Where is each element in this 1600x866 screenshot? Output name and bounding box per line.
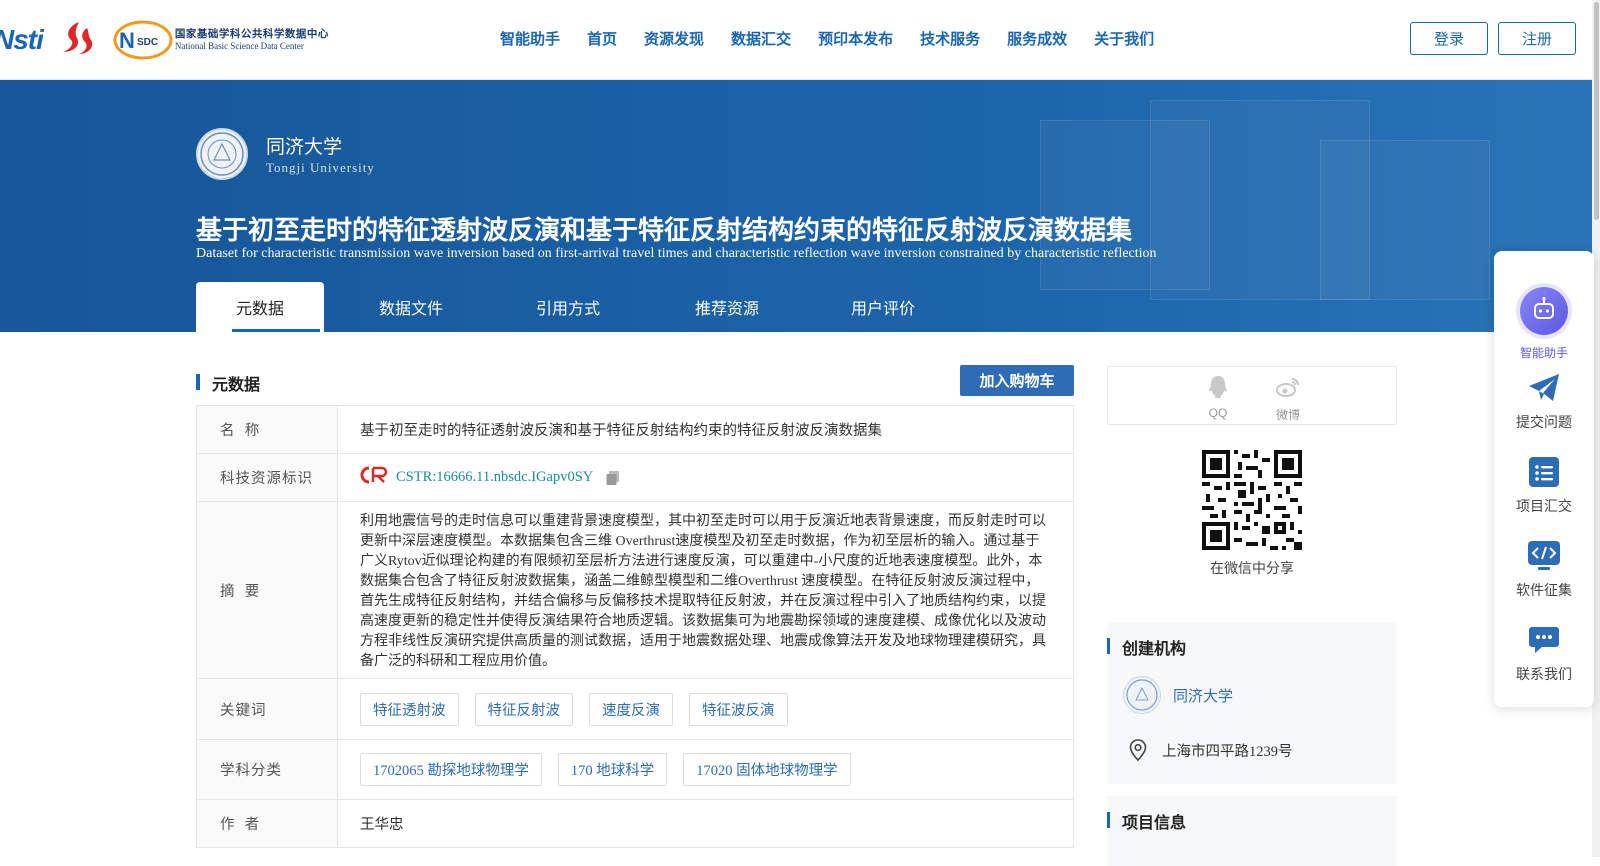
table-row: 作 者 王华忠 <box>197 800 1073 848</box>
chat-icon <box>1528 627 1560 659</box>
robot-icon <box>1520 287 1568 335</box>
nsdc-mark-icon: N SDC <box>113 20 173 60</box>
org-name[interactable]: 同济大学 <box>266 132 342 159</box>
qq-icon <box>1207 376 1229 403</box>
paper-plane-icon <box>1527 374 1561 407</box>
table-row: 名 称 基于初至走时的特征透射波反演和基于特征反射结构约束的特征反射波反演数据集 <box>197 406 1073 454</box>
nav-preprint[interactable]: 预印本发布 <box>818 28 893 49</box>
tab-user-reviews[interactable]: 用户评价 <box>816 282 950 332</box>
nav-home[interactable]: 首页 <box>587 28 617 49</box>
subject-tag[interactable]: 1702065 勘探地球物理学 <box>360 753 542 786</box>
keyword-tag[interactable]: 特征反射波 <box>474 692 573 726</box>
metadata-table: 名 称 基于初至走时的特征透射波反演和基于特征反射结构约束的特征反射波反演数据集… <box>196 405 1074 848</box>
svg-text:N: N <box>119 28 135 53</box>
subject-list: 1702065 勘探地球物理学 170 地球科学 17020 固体地球物理学 <box>338 740 1073 799</box>
tab-recommended[interactable]: 推荐资源 <box>638 282 816 332</box>
share-qq-button[interactable]: QQ <box>1198 375 1238 420</box>
section-title: 元数据 <box>212 377 261 394</box>
dataset-title-en: Dataset for characteristic transmission … <box>196 246 1157 261</box>
name-value: 基于初至走时的特征透射波反演和基于特征反射结构约束的特征反射波反演数据集 <box>360 423 882 439</box>
float-contact-us[interactable]: 联系我们 <box>1494 625 1594 684</box>
main-nav: 智能助手 首页 资源发现 数据汇交 预印本发布 技术服务 服务成效 关于我们 <box>500 28 1181 49</box>
nsdc-name-en: National Basic Science Data Center <box>174 41 304 51</box>
dataset-tabs: 元数据 数据文件 引用方式 推荐资源 用户评价 <box>196 282 950 332</box>
hero-decoration <box>1320 140 1490 300</box>
nsdc-name-cn: 国家基础学科公共科学数据中心 <box>174 28 329 40</box>
nsti-logo[interactable]: Nsti <box>0 24 44 56</box>
org-box-title: 创建机构 <box>1122 641 1187 658</box>
casi-logo-icon[interactable] <box>59 20 97 61</box>
org-logo-icon <box>1123 676 1161 714</box>
floating-menu: 智能助手 提交问题 项目汇交 软件征集 联系我们 <box>1494 251 1594 707</box>
org-link[interactable]: 同济大学 <box>1173 685 1233 706</box>
add-to-cart-button[interactable]: 加入购物车 <box>960 365 1074 396</box>
qr-caption: 在微信中分享 <box>1210 560 1294 576</box>
svg-text:SDC: SDC <box>137 37 158 48</box>
subject-tag[interactable]: 170 地球科学 <box>557 753 668 786</box>
nav-resource-discovery[interactable]: 资源发现 <box>644 28 704 49</box>
tab-data-files[interactable]: 数据文件 <box>324 282 498 332</box>
nav-ai-assistant[interactable]: 智能助手 <box>500 28 560 49</box>
nsdc-logo[interactable]: N SDC 国家基础学科公共科学数据中心 National Basic Scie… <box>113 20 329 60</box>
register-button[interactable]: 注册 <box>1498 22 1576 55</box>
keyword-list: 特征透射波 特征反射波 速度反演 特征波反演 <box>338 679 1073 739</box>
float-project-submission[interactable]: 项目汇交 <box>1494 457 1594 516</box>
tab-metadata[interactable]: 元数据 <box>196 282 324 332</box>
share-weibo-button[interactable]: 微博 <box>1268 375 1308 423</box>
author-value: 王华忠 <box>360 817 404 833</box>
keywords-label: 关键词 <box>197 679 338 739</box>
identifier-label: 科技资源标识 <box>197 454 338 501</box>
table-row: 关键词 特征透射波 特征反射波 速度反演 特征波反演 <box>197 679 1073 740</box>
cstr-logo-icon <box>360 465 390 490</box>
nav-about[interactable]: 关于我们 <box>1094 28 1154 49</box>
login-button[interactable]: 登录 <box>1410 22 1488 55</box>
abstract-label: 摘 要 <box>197 502 338 678</box>
tab-citation[interactable]: 引用方式 <box>498 282 638 332</box>
metadata-header: 元数据 加入购物车 <box>196 365 1074 401</box>
location-pin-icon <box>1129 739 1147 766</box>
float-ai-assistant[interactable]: 智能助手 <box>1494 287 1594 361</box>
float-submit-question[interactable]: 提交问题 <box>1494 373 1594 432</box>
nav-tech-services[interactable]: 技术服务 <box>920 28 980 49</box>
org-address: 上海市四平路1239号 <box>1162 744 1293 760</box>
cstr-link[interactable]: CSTR:16666.11.nbsdc.IGapv0SY <box>396 469 593 486</box>
dataset-title: 基于初至走时的特征透射波反演和基于特征反射结构约束的特征反射波反演数据集 <box>196 215 1133 245</box>
wechat-qr-code <box>1202 450 1302 550</box>
keyword-tag[interactable]: 特征透射波 <box>360 692 459 726</box>
keyword-tag[interactable]: 特征波反演 <box>689 692 788 726</box>
org-box: 创建机构 同济大学 上海市四平路1239号 <box>1107 622 1397 784</box>
float-software-collection[interactable]: 软件征集 <box>1494 541 1594 600</box>
weibo-icon <box>1275 378 1301 403</box>
table-row: 摘 要 利用地震信号的走时信息可以重建背景速度模型，其中初至走时可以用于反演近地… <box>197 502 1073 679</box>
metadata-section: 元数据 加入购物车 名 称 基于初至走时的特征透射波反演和基于特征反射结构约束的… <box>196 365 1074 848</box>
top-navbar: Nsti N SDC 国家基础学科公共科学数据中心 National Basic… <box>0 0 1600 80</box>
subject-tag[interactable]: 17020 固体地球物理学 <box>683 753 851 786</box>
list-icon <box>1529 457 1559 491</box>
table-row: 科技资源标识 CSTR:16666.11.nbsdc.IGapv0SY <box>197 454 1073 502</box>
name-label: 名 称 <box>197 406 338 453</box>
project-box-title: 项目信息 <box>1122 815 1187 832</box>
nav-data-submission[interactable]: 数据汇交 <box>731 28 791 49</box>
project-box: 项目信息 <box>1107 796 1397 866</box>
author-label: 作 者 <box>197 800 338 847</box>
copy-icon[interactable] <box>605 470 621 486</box>
abstract-value: 利用地震信号的走时信息可以重建背景速度模型，其中初至走时可以用于反演近地表背景速… <box>360 514 1046 669</box>
table-row: 学科分类 1702065 勘探地球物理学 170 地球科学 17020 固体地球… <box>197 740 1073 800</box>
logo-group: Nsti N SDC 国家基础学科公共科学数据中心 National Basic… <box>0 20 329 60</box>
org-name-en: Tongji University <box>266 160 375 175</box>
nav-service-results[interactable]: 服务成效 <box>1007 28 1067 49</box>
code-icon <box>1528 541 1560 575</box>
subject-label: 学科分类 <box>197 740 338 799</box>
dataset-hero: 同济大学 Tongji University 基于初至走时的特征透射波反演和基于… <box>0 80 1592 332</box>
scrollbar-thumb[interactable] <box>1594 2 1599 220</box>
tongji-seal-icon <box>196 128 248 180</box>
keyword-tag[interactable]: 速度反演 <box>589 692 673 726</box>
share-box: QQ 微博 <box>1107 366 1397 425</box>
